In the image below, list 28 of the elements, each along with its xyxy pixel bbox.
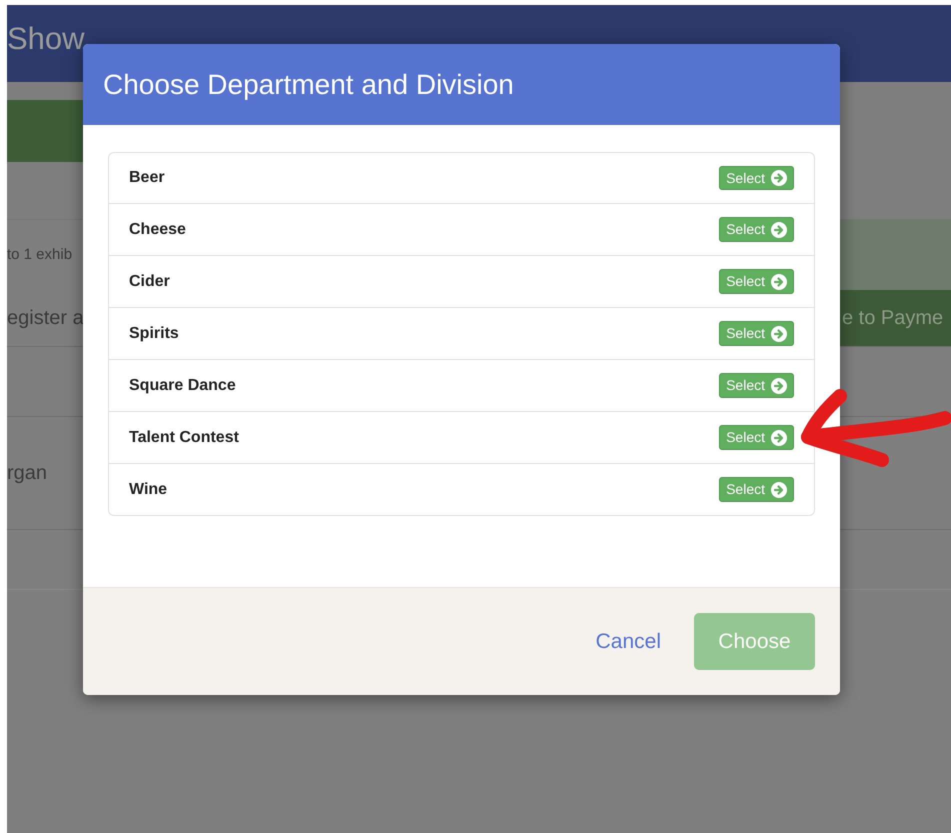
arrow-circle-icon [771, 430, 787, 446]
select-button[interactable]: Select [719, 477, 794, 502]
select-button[interactable]: Select [719, 217, 794, 242]
arrow-circle-icon [771, 482, 787, 498]
department-label: Beer [129, 168, 165, 188]
select-button[interactable]: Select [719, 373, 794, 398]
payment-button[interactable]: e to Payme [840, 290, 951, 346]
name-text: rgan [7, 461, 48, 486]
department-label: Spirits [129, 324, 179, 344]
arrow-circle-icon [771, 378, 787, 394]
department-label: Cider [129, 272, 170, 292]
select-button[interactable]: Select [719, 269, 794, 294]
arrow-circle-icon [771, 222, 787, 238]
department-label: Talent Contest [129, 428, 239, 448]
page-title: Show [7, 22, 85, 56]
modal-title: Choose Department and Division [103, 68, 514, 102]
department-label: Square Dance [129, 376, 236, 396]
notice-text: to 1 exhib [7, 244, 72, 265]
arrow-circle-icon [771, 170, 787, 186]
select-button[interactable]: Select [719, 321, 794, 346]
arrow-circle-icon [771, 326, 787, 342]
arrow-circle-icon [771, 274, 787, 290]
department-label: Wine [129, 480, 168, 500]
register-text: egister a [7, 306, 84, 331]
select-button[interactable]: Select [719, 166, 794, 190]
department-label: Cheese [129, 220, 186, 240]
select-button[interactable]: Select [719, 425, 794, 450]
cancel-link[interactable]: Cancel [596, 626, 661, 658]
